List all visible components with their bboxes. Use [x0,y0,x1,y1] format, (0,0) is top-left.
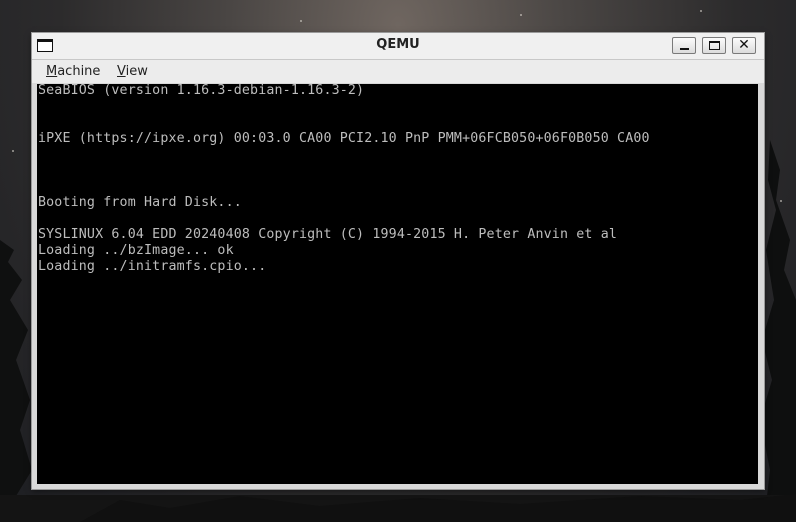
menu-view-mnemonic: V [117,64,126,79]
menu-machine-label: achine [57,64,101,79]
menu-machine-mnemonic: M [46,64,58,79]
console-line: Booting from Hard Disk... [38,195,242,210]
vm-display[interactable]: SeaBIOS (version 1.16.3-debian-1.16.3-2)… [37,84,758,484]
menu-view[interactable]: View [117,64,148,79]
console-line: SeaBIOS (version 1.16.3-debian-1.16.3-2) [38,84,365,98]
console-line: Loading ../bzImage... ok [38,243,234,258]
menu-bar: Machine View [32,60,764,83]
title-bar[interactable]: QEMU ✕ [32,33,764,60]
close-icon: ✕ [738,37,750,53]
maximize-button[interactable] [702,37,726,54]
qemu-window: QEMU ✕ Machine View SeaBIOS (version 1.1… [32,33,764,489]
menu-machine[interactable]: Machine [46,64,100,79]
window-title: QEMU [376,37,420,52]
maximize-icon [709,41,720,50]
console-line: SYSLINUX 6.04 EDD 20240408 Copyright (C)… [38,227,618,242]
minimize-button[interactable] [672,37,696,54]
menu-view-label: iew [125,64,148,79]
console-line: Loading ../initramfs.cpio... [38,259,267,274]
close-button[interactable]: ✕ [732,37,756,54]
console-line: iPXE (https://ipxe.org) 00:03.0 CA00 PCI… [38,131,650,146]
minimize-icon [680,48,689,50]
